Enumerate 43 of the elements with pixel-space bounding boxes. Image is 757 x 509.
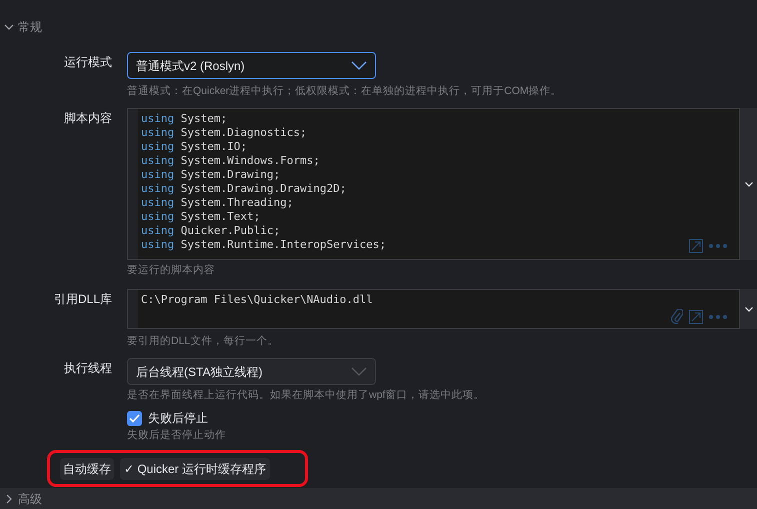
code-line: using System.Text;	[141, 210, 262, 224]
cache-tag: ✓ Quicker 运行时缓存程序	[120, 458, 270, 480]
chevron-down-icon[interactable]	[744, 182, 752, 187]
open-external-icon[interactable]	[689, 310, 703, 324]
checkbox[interactable]	[127, 410, 142, 426]
chevron-icon	[4, 494, 14, 504]
dll-list-field[interactable]: C:\Program Files\Quicker\NAudio.dll	[127, 289, 740, 330]
section-title: 高级	[18, 490, 42, 508]
hint-text: 是否在界面线程上运行代码。如果在脚本中使用了wpf窗口，请选中此项。	[127, 388, 484, 404]
chevron-down-icon[interactable]	[744, 306, 752, 312]
code-line: using Quicker.Public;	[141, 224, 282, 238]
code-line: using System.Diagnostics;	[141, 126, 308, 140]
setting-label: 自动缓存	[60, 458, 114, 480]
hint-text: 普通模式：在Quicker进程中执行；低权限模式：在单独的进程中执行，可用于COM操作。	[127, 84, 562, 100]
code-line: using System.Drawing;	[141, 168, 282, 182]
open-external-icon[interactable]	[689, 239, 703, 254]
section-title: 常规	[18, 19, 42, 36]
dropdown[interactable]: 普通模式v2 (Roslyn)	[127, 52, 376, 80]
field-label: 脚本内容	[64, 110, 112, 128]
section-header[interactable]: 高级	[0, 488, 757, 509]
hint-text: 要运行的脚本内容	[127, 263, 216, 278]
code-line: using System.Drawing.Drawing2D;	[141, 182, 348, 196]
code-line: using System.Windows.Forms;	[141, 154, 321, 168]
paperclip-icon[interactable]	[671, 309, 683, 324]
hint-text: 要引用的DLL文件，每行一个。	[127, 334, 280, 350]
code-line: using System.IO;	[141, 140, 248, 154]
code-line: using System.Runtime.InteropServices;	[141, 238, 386, 252]
field-label: 引用DLL库	[54, 291, 112, 308]
code-line: using System.Threading;	[141, 196, 294, 210]
chevron-down-icon	[351, 367, 367, 376]
checkbox-label: 失败后停止	[148, 410, 208, 428]
hint-text: 失败后是否停止动作	[127, 428, 226, 444]
field-label: 执行线程	[64, 360, 112, 378]
chevron-icon	[4, 22, 14, 32]
dropdown[interactable]: 后台线程(STA独立线程)	[127, 358, 376, 386]
editor-gutter	[128, 290, 138, 328]
section-header[interactable]: 常规	[0, 16, 757, 38]
more-icon[interactable]	[709, 314, 727, 319]
chevron-down-icon	[351, 61, 367, 70]
code-editor[interactable]	[127, 108, 740, 260]
code-line: using System;	[141, 112, 228, 126]
more-icon[interactable]	[709, 244, 727, 248]
field-label: 运行模式	[64, 54, 112, 72]
